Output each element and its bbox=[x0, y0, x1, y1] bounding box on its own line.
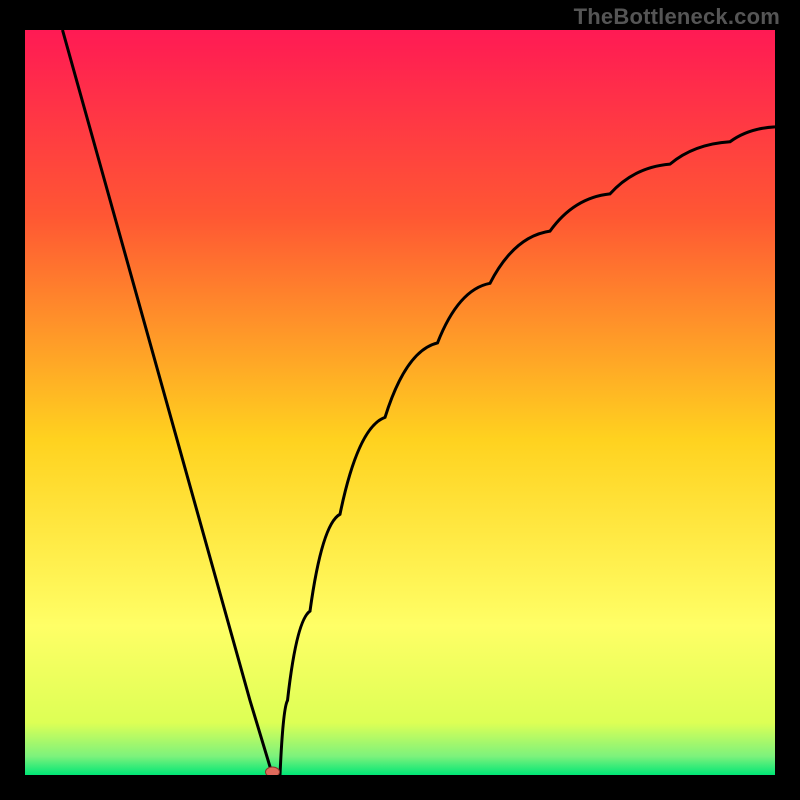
cusp-dot bbox=[266, 767, 280, 775]
chart-frame: TheBottleneck.com bbox=[0, 0, 800, 800]
watermark-text: TheBottleneck.com bbox=[574, 4, 780, 30]
gradient-rect bbox=[25, 30, 775, 775]
chart-svg bbox=[25, 30, 775, 775]
plot-area bbox=[25, 30, 775, 775]
